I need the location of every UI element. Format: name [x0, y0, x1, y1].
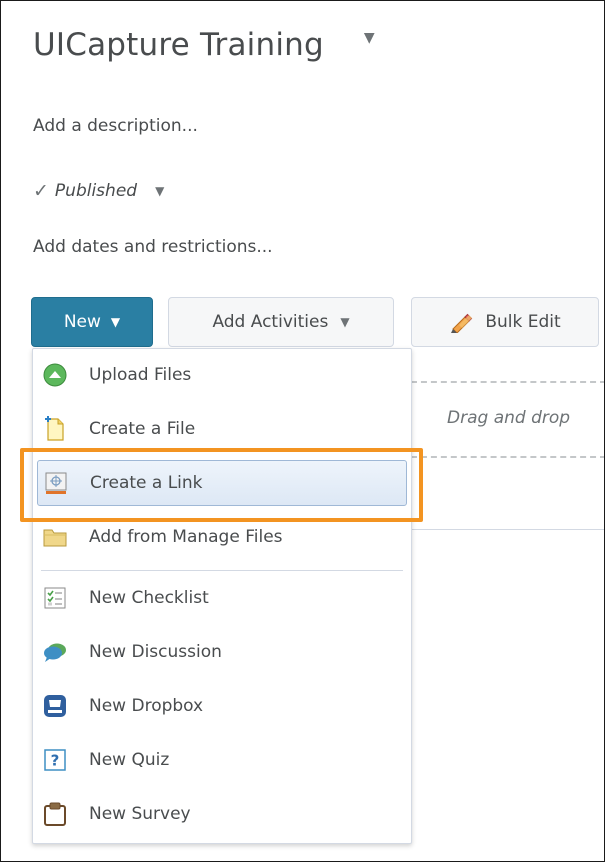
module-title-row: UICapture Training ▼	[33, 27, 375, 63]
dropzone-top-border	[411, 381, 604, 383]
link-icon	[44, 471, 68, 495]
menu-item-new-dropbox[interactable]: New Dropbox	[37, 683, 407, 729]
menu-item-label: Create a Link	[90, 473, 203, 493]
publish-status[interactable]: ✓ Published ▼	[33, 180, 164, 202]
menu-item-upload-files[interactable]: Upload Files	[37, 352, 407, 398]
new-file-icon	[43, 416, 67, 441]
menu-item-new-survey[interactable]: New Survey	[37, 791, 407, 837]
content-panel: UICapture Training ▼ Add a description..…	[0, 0, 605, 862]
publish-status-label: Published	[54, 181, 138, 201]
checkmark-icon: ✓	[33, 180, 49, 202]
menu-item-label: Add from Manage Files	[89, 527, 283, 547]
dropzone-hint[interactable]: Drag and drop	[447, 408, 570, 428]
survey-icon	[43, 802, 67, 826]
menu-item-add-from-manage-files[interactable]: Add from Manage Files	[37, 514, 407, 560]
menu-item-create-file[interactable]: Create a File	[37, 406, 407, 452]
module-title[interactable]: UICapture Training	[33, 27, 324, 63]
discussion-icon	[43, 640, 67, 664]
add-description-link[interactable]: Add a description...	[33, 116, 198, 136]
new-button-label: New	[63, 312, 101, 332]
folder-icon	[43, 525, 67, 549]
svg-text:?: ?	[51, 752, 60, 770]
menu-item-new-discussion[interactable]: New Discussion	[37, 629, 407, 675]
bulk-edit-button[interactable]: Bulk Edit	[411, 297, 599, 347]
menu-item-label: Upload Files	[89, 365, 192, 385]
menu-item-label: New Survey	[89, 804, 191, 824]
new-dropdown-menu: Upload Files Create a File Create a Link…	[32, 348, 412, 844]
divider	[411, 529, 604, 530]
chevron-down-icon: ▼	[110, 315, 121, 329]
menu-item-label: New Dropbox	[89, 696, 204, 716]
menu-item-label: New Checklist	[89, 588, 209, 608]
dropzone-bottom-border	[411, 456, 604, 458]
add-activities-label: Add Activities	[212, 312, 329, 332]
status-chevron-down-icon[interactable]: ▼	[155, 184, 164, 198]
menu-separator	[41, 570, 403, 571]
menu-item-label: New Discussion	[89, 642, 222, 662]
menu-item-label: Create a File	[89, 419, 196, 439]
upload-icon	[43, 363, 67, 387]
checklist-icon	[43, 586, 67, 610]
add-dates-link[interactable]: Add dates and restrictions...	[33, 237, 273, 257]
menu-item-create-link[interactable]: Create a Link	[37, 460, 407, 506]
quiz-icon: ?	[43, 748, 67, 772]
title-menu-chevron-icon[interactable]: ▼	[364, 30, 375, 46]
bulk-edit-label: Bulk Edit	[485, 312, 561, 332]
pencil-icon	[451, 313, 473, 333]
new-button[interactable]: New ▼	[31, 297, 153, 347]
dropbox-icon	[43, 694, 67, 718]
chevron-down-icon: ▼	[340, 315, 350, 329]
menu-item-new-quiz[interactable]: ? New Quiz	[37, 737, 407, 783]
add-activities-button[interactable]: Add Activities ▼	[168, 297, 394, 347]
menu-item-new-checklist[interactable]: New Checklist	[37, 575, 407, 621]
menu-item-label: New Quiz	[89, 750, 170, 770]
